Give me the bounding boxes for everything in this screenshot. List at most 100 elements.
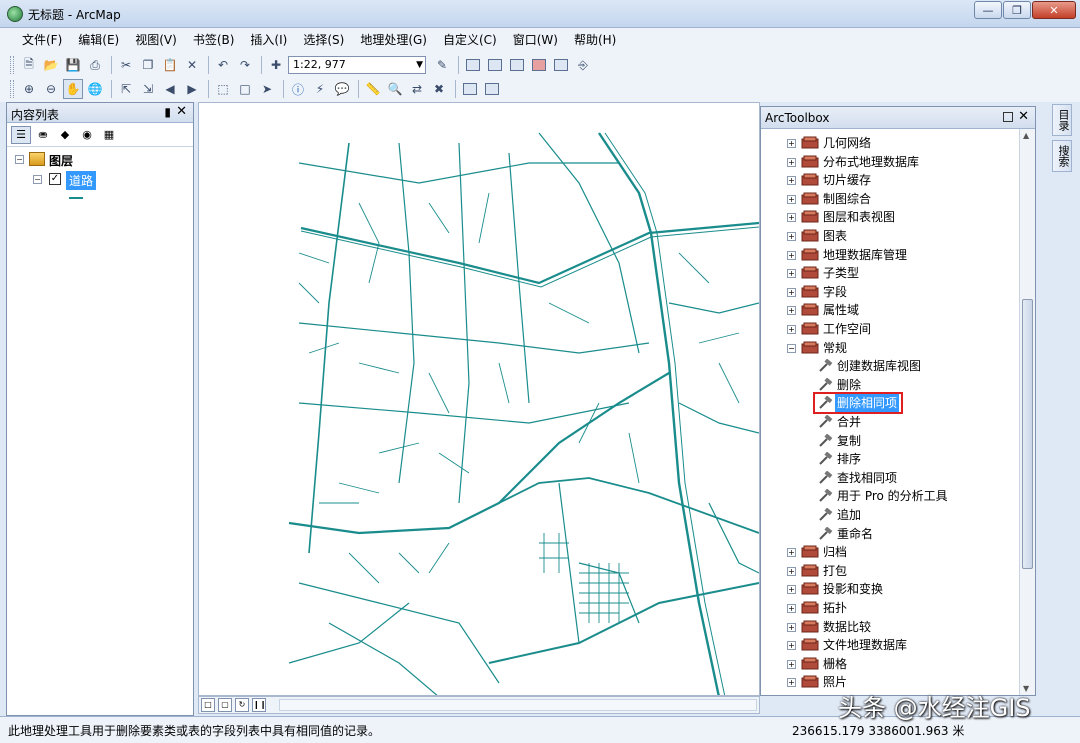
forward-extent-icon[interactable]: ▶ bbox=[182, 79, 202, 99]
select-elements-icon[interactable]: ➤ bbox=[257, 79, 277, 99]
vertical-scrollbar[interactable]: ▲ ▼ bbox=[1019, 129, 1035, 695]
collapse-icon[interactable]: − bbox=[15, 155, 24, 164]
toolbar-grip[interactable] bbox=[10, 56, 14, 74]
menu-selection[interactable]: 选择(S) bbox=[295, 30, 352, 50]
layer-name-roads[interactable]: 道路 bbox=[66, 171, 97, 190]
expand-icon[interactable]: + bbox=[787, 622, 796, 632]
expand-icon[interactable]: + bbox=[787, 157, 796, 167]
line-symbol-swatch[interactable] bbox=[69, 197, 83, 199]
expand-icon[interactable]: + bbox=[787, 213, 796, 223]
print-icon[interactable]: ⎙ bbox=[85, 55, 105, 75]
expand-icon[interactable]: + bbox=[787, 585, 796, 595]
editor-toolbar-icon[interactable]: ✎ bbox=[432, 55, 452, 75]
catalog-tab[interactable]: 目录 bbox=[1052, 104, 1072, 136]
expand-icon[interactable]: + bbox=[787, 325, 796, 334]
chevron-down-icon[interactable]: ▼ bbox=[416, 57, 423, 73]
save-icon[interactable]: 💾 bbox=[63, 55, 83, 75]
measure-icon[interactable]: 📏 bbox=[363, 79, 383, 99]
pin-icon[interactable]: ▮ bbox=[164, 105, 171, 119]
data-view-icon[interactable]: □ bbox=[201, 698, 215, 712]
python-window-icon[interactable] bbox=[551, 55, 571, 75]
expand-icon[interactable]: + bbox=[787, 194, 796, 204]
delete-icon[interactable]: ✕ bbox=[182, 55, 202, 75]
hyperlink-icon[interactable]: ⚡ bbox=[310, 79, 330, 99]
menu-customize[interactable]: 自定义(C) bbox=[435, 30, 505, 50]
collapse-icon[interactable]: − bbox=[33, 175, 42, 184]
expand-icon[interactable]: + bbox=[787, 641, 796, 651]
close-button[interactable]: ✕ bbox=[1032, 1, 1076, 19]
menu-geoprocessing[interactable]: 地理处理(G) bbox=[352, 30, 435, 50]
options-icon[interactable]: ▦ bbox=[99, 126, 119, 144]
new-document-icon[interactable]: 🗎 bbox=[19, 55, 39, 75]
paste-icon[interactable]: 📋 bbox=[160, 55, 180, 75]
menu-edit[interactable]: 编辑(E) bbox=[70, 30, 127, 50]
pause-drawing-icon[interactable]: ❙❙ bbox=[252, 698, 266, 712]
select-features-icon[interactable]: ⬚ bbox=[213, 79, 233, 99]
expand-icon[interactable]: + bbox=[787, 250, 796, 260]
expand-icon[interactable]: + bbox=[787, 548, 796, 558]
expand-icon[interactable]: + bbox=[787, 287, 796, 297]
expand-icon[interactable]: + bbox=[787, 176, 796, 186]
horizontal-scrollbar[interactable] bbox=[279, 699, 757, 711]
redo-icon[interactable]: ↷ bbox=[235, 55, 255, 75]
list-by-source-icon[interactable]: ⛂ bbox=[33, 126, 53, 144]
modelbuilder-icon[interactable]: ⎆ bbox=[573, 55, 593, 75]
list-by-visibility-icon[interactable]: ◆ bbox=[55, 126, 75, 144]
maximize-icon[interactable] bbox=[1003, 112, 1013, 122]
list-by-drawing-order-icon[interactable]: ☰ bbox=[11, 125, 31, 144]
map-display[interactable] bbox=[198, 102, 760, 696]
copy-icon[interactable]: ❐ bbox=[138, 55, 158, 75]
expand-icon[interactable]: + bbox=[787, 269, 796, 279]
expand-icon[interactable]: + bbox=[787, 659, 796, 669]
back-extent-icon[interactable]: ◀ bbox=[160, 79, 180, 99]
collapse-icon[interactable]: − bbox=[787, 343, 796, 353]
expand-icon[interactable]: + bbox=[787, 678, 796, 688]
fixed-zoom-out-icon[interactable]: ⇲ bbox=[138, 79, 158, 99]
data-frame-label[interactable]: 图层 bbox=[49, 152, 73, 169]
scrollbar-thumb[interactable] bbox=[1022, 299, 1033, 569]
clear-selection-icon[interactable]: □ bbox=[235, 79, 255, 99]
restore-button[interactable]: ❐ bbox=[1003, 1, 1031, 19]
catalog-window-icon[interactable] bbox=[485, 55, 505, 75]
pan-icon[interactable]: ✋ bbox=[63, 79, 83, 99]
cut-icon[interactable]: ✂ bbox=[116, 55, 136, 75]
find-icon[interactable]: 🔍 bbox=[385, 79, 405, 99]
full-extent-icon[interactable]: 🌐 bbox=[85, 79, 105, 99]
list-by-selection-icon[interactable]: ◉ bbox=[77, 126, 97, 144]
zoom-out-icon[interactable]: ⊖ bbox=[41, 79, 61, 99]
menu-help[interactable]: 帮助(H) bbox=[566, 30, 624, 50]
expand-icon[interactable]: + bbox=[787, 232, 796, 241]
expand-icon[interactable]: + bbox=[787, 139, 796, 148]
search-tab[interactable]: 搜索 bbox=[1052, 140, 1072, 172]
find-route-icon[interactable]: ⇄ bbox=[407, 79, 427, 99]
expand-icon[interactable]: + bbox=[787, 604, 796, 613]
go-to-xy-icon[interactable]: ✖ bbox=[429, 79, 449, 99]
identify-icon[interactable]: ⓘ bbox=[288, 79, 308, 99]
toolbar-grip[interactable] bbox=[10, 80, 14, 98]
menu-file[interactable]: 文件(F) bbox=[14, 30, 70, 50]
html-popup-icon[interactable]: 💬 bbox=[332, 79, 352, 99]
time-slider-icon[interactable] bbox=[460, 79, 480, 99]
search-window-icon[interactable] bbox=[507, 55, 527, 75]
arctoolbox-window-icon[interactable] bbox=[529, 55, 549, 75]
menu-view[interactable]: 视图(V) bbox=[127, 30, 185, 50]
layout-view-icon[interactable]: ▢ bbox=[218, 698, 232, 712]
create-viewer-window-icon[interactable] bbox=[482, 79, 502, 99]
close-icon[interactable]: ✕ bbox=[1018, 109, 1029, 124]
minimize-button[interactable]: — bbox=[974, 1, 1002, 19]
open-icon[interactable]: 📂 bbox=[41, 55, 61, 75]
menu-bookmarks[interactable]: 书签(B) bbox=[185, 30, 243, 50]
close-icon[interactable]: ✕ bbox=[176, 104, 187, 119]
map-scale-combo[interactable]: 1:22, 977 ▼ bbox=[288, 56, 426, 74]
refresh-icon[interactable]: ↻ bbox=[235, 698, 249, 712]
add-data-icon[interactable]: ✚ bbox=[266, 55, 286, 75]
undo-icon[interactable]: ↶ bbox=[213, 55, 233, 75]
scroll-up-icon[interactable]: ▲ bbox=[1023, 131, 1029, 140]
road-network-map[interactable] bbox=[199, 103, 760, 696]
menu-windows[interactable]: 窗口(W) bbox=[505, 30, 566, 50]
menu-insert[interactable]: 插入(I) bbox=[242, 30, 295, 50]
table-window-icon[interactable] bbox=[463, 55, 483, 75]
layer-visibility-checkbox[interactable]: ✓ bbox=[49, 173, 61, 185]
fixed-zoom-in-icon[interactable]: ⇱ bbox=[116, 79, 136, 99]
expand-icon[interactable]: + bbox=[787, 566, 796, 576]
